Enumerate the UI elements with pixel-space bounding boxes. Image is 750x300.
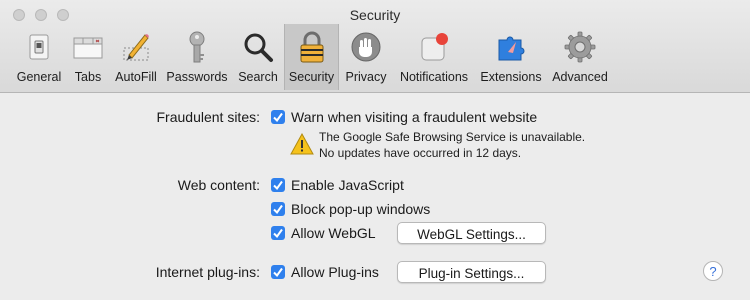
tab-notifications-label: Notifications xyxy=(399,70,469,84)
tab-passwords-label: Passwords xyxy=(166,70,228,84)
preferences-window: Security General Tabs AutoFill Passwords… xyxy=(0,0,750,300)
tab-autofill[interactable]: AutoFill xyxy=(112,24,160,90)
tab-advanced-label: Advanced xyxy=(552,70,608,84)
help-button[interactable]: ? xyxy=(703,261,723,281)
tab-general[interactable]: General xyxy=(12,24,66,90)
web-content-label: Web content: xyxy=(177,177,260,193)
allow-plugins-checkbox[interactable] xyxy=(271,265,285,279)
warn-fraudulent-checkbox[interactable] xyxy=(271,110,285,124)
window-title: Security xyxy=(349,7,401,23)
pencil-icon xyxy=(116,28,156,66)
tab-extensions[interactable]: Extensions xyxy=(478,24,544,90)
allow-webgl-checkbox[interactable] xyxy=(271,226,285,240)
tab-extensions-label: Extensions xyxy=(480,70,542,84)
tab-passwords[interactable]: Passwords xyxy=(164,24,230,90)
tab-search-label: Search xyxy=(238,70,278,84)
allow-plugins-label: Allow Plug-ins xyxy=(291,264,379,280)
security-pane: Fraudulent sites: Warn when visiting a f… xyxy=(0,93,750,300)
tab-privacy-label: Privacy xyxy=(345,70,387,84)
tabs-icon xyxy=(68,28,108,66)
tab-notifications[interactable]: Notifications xyxy=(396,24,472,90)
tab-security-label: Security xyxy=(288,70,335,84)
notification-badge-icon xyxy=(414,28,454,66)
warning-triangle-icon xyxy=(290,132,314,160)
tab-general-label: General xyxy=(16,70,62,84)
tab-search[interactable]: Search xyxy=(234,24,282,90)
plugin-settings-button[interactable]: Plug-in Settings... xyxy=(397,261,546,283)
fraudulent-sites-label: Fraudulent sites: xyxy=(156,109,261,125)
block-popups-label: Block pop-up windows xyxy=(291,201,431,217)
internet-plugins-label: Internet plug-ins: xyxy=(155,264,260,280)
puzzle-compass-icon xyxy=(491,28,531,66)
magnifier-icon xyxy=(238,28,278,66)
tab-tabs-label: Tabs xyxy=(74,70,102,84)
hand-icon xyxy=(346,28,386,66)
block-popups-checkbox[interactable] xyxy=(271,202,285,216)
gear-icon xyxy=(560,28,600,66)
switch-icon xyxy=(19,28,59,66)
safe-browsing-warning-line2: No updates have occurred in 12 days. xyxy=(319,146,522,160)
enable-javascript-checkbox[interactable] xyxy=(271,178,285,192)
tab-autofill-label: AutoFill xyxy=(115,70,157,84)
allow-webgl-label: Allow WebGL xyxy=(291,225,376,241)
tab-advanced[interactable]: Advanced xyxy=(550,24,610,90)
enable-javascript-label: Enable JavaScript xyxy=(291,177,404,193)
title-bar: Security General Tabs AutoFill Passwords… xyxy=(0,0,750,93)
tab-privacy[interactable]: Privacy xyxy=(342,24,390,90)
tab-security[interactable]: Security xyxy=(284,24,339,90)
warn-fraudulent-label: Warn when visiting a fraudulent website xyxy=(291,109,538,125)
safe-browsing-warning-line1: The Google Safe Browsing Service is unav… xyxy=(319,130,586,144)
tab-tabs[interactable]: Tabs xyxy=(70,24,106,90)
padlock-icon xyxy=(292,28,332,66)
webgl-settings-button[interactable]: WebGL Settings... xyxy=(397,222,546,244)
preferences-toolbar: General Tabs AutoFill Passwords Search S… xyxy=(0,24,750,90)
key-icon xyxy=(177,28,217,66)
